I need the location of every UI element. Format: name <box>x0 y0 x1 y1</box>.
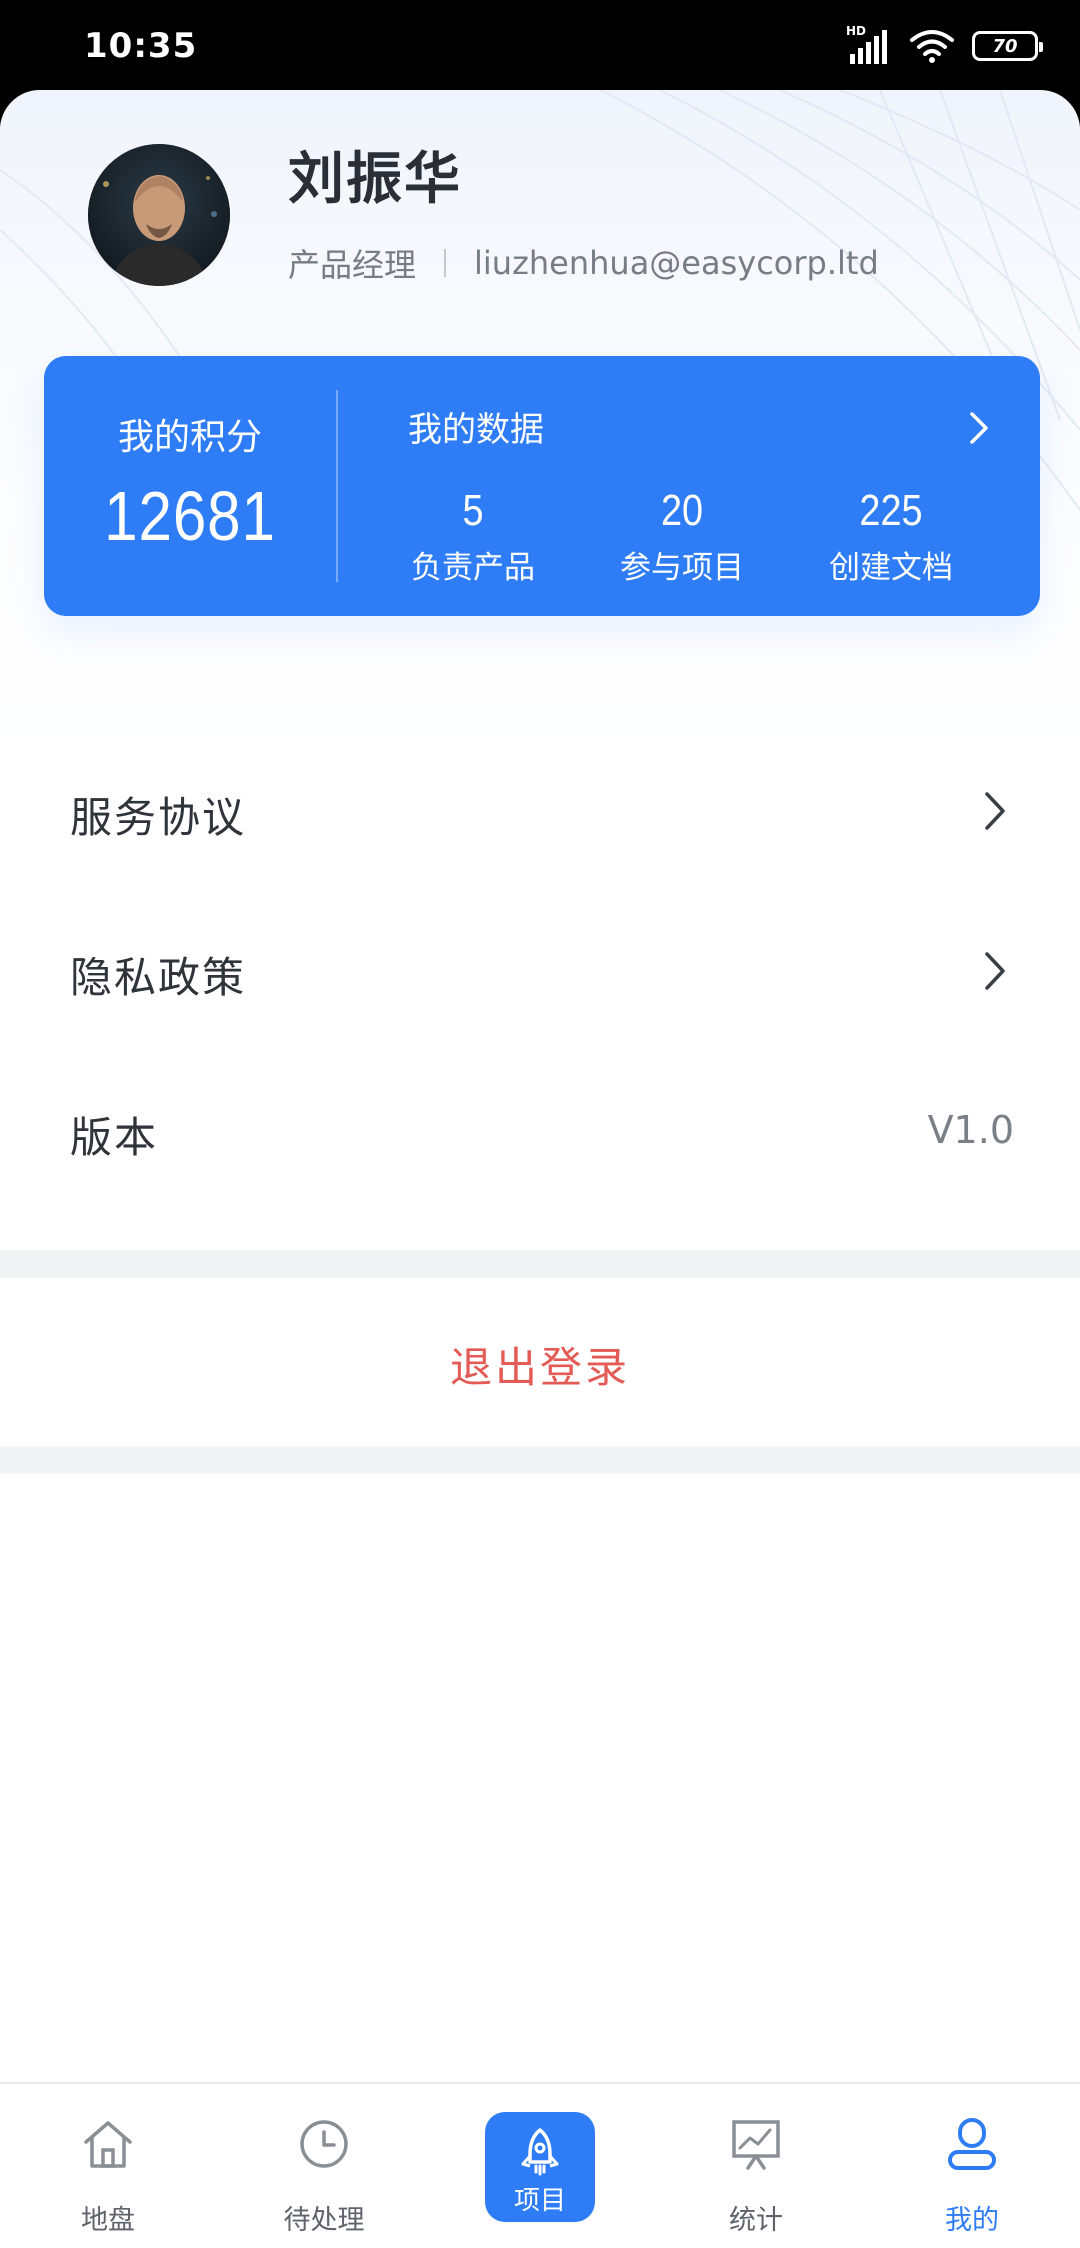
user-meta: 产品经理 liuzhenhua@easycorp.ltd <box>288 240 879 286</box>
data-item-projects[interactable]: 20 参与项目 <box>582 486 782 587</box>
wifi-icon <box>910 30 954 63</box>
user-email: liuzhenhua@easycorp.ltd <box>474 244 879 282</box>
data-item-value: 5 <box>462 486 484 535</box>
points-block[interactable]: 我的积分 12681 <box>44 356 336 616</box>
menu-item-label: 服务协议 <box>70 793 247 842</box>
menu-item-service-agreement[interactable]: 服务协议 <box>0 730 1080 890</box>
card-divider <box>336 390 338 582</box>
tab-label: 统计 <box>729 2205 783 2236</box>
logout-button[interactable]: 退出登录 <box>0 1278 1080 1446</box>
data-item-label: 负责产品 <box>411 550 535 586</box>
signal-icon: HD <box>846 24 892 66</box>
profile-page: 刘振华 产品经理 liuzhenhua@easycorp.ltd 我的积分 12… <box>0 90 1080 2248</box>
tab-mine[interactable]: 我的 <box>864 2084 1080 2248</box>
menu-item-label: 隐私政策 <box>70 953 247 1002</box>
chevron-right-icon <box>985 792 1005 830</box>
tab-home[interactable]: 地盘 <box>0 2084 216 2248</box>
status-time: 10:35 <box>84 26 198 66</box>
menu-item-privacy-policy[interactable]: 隐私政策 <box>0 890 1080 1050</box>
user-icon <box>948 2118 996 2170</box>
logout-label: 退出登录 <box>449 1343 630 1392</box>
tab-pending[interactable]: 待处理 <box>216 2084 432 2248</box>
rocket-icon <box>521 2128 559 2176</box>
data-item-value: 20 <box>660 486 704 535</box>
home-icon <box>84 2121 132 2168</box>
menu-item-label: 版本 <box>70 1113 159 1162</box>
tab-label: 项目 <box>513 2186 566 2216</box>
tab-project[interactable]: 项目 <box>432 2084 648 2248</box>
points-value: 12681 <box>104 477 276 555</box>
hd-badge: HD <box>846 24 867 38</box>
chevron-right-icon[interactable] <box>964 408 994 448</box>
tab-label: 待处理 <box>283 2205 365 2236</box>
meta-divider <box>444 249 447 277</box>
data-item-documents[interactable]: 225 创建文档 <box>791 486 991 587</box>
tab-label: 我的 <box>945 2205 999 2236</box>
user-name: 刘振华 <box>288 147 462 212</box>
points-label: 我的积分 <box>117 417 262 458</box>
avatar[interactable] <box>88 144 230 286</box>
data-item-products[interactable]: 5 负责产品 <box>373 486 573 587</box>
clock-icon <box>300 2120 348 2168</box>
user-role: 产品经理 <box>288 246 417 284</box>
status-icons: HD 70 <box>846 24 1043 66</box>
tab-statistics[interactable]: 统计 <box>648 2084 864 2248</box>
section-gap <box>0 1250 1080 1278</box>
bottom-tab-bar: 地盘 待处理 项目 统计 我的 <box>0 2082 1080 2248</box>
battery-icon: 70 <box>972 31 1043 61</box>
stats-card: 我的积分 12681 我的数据 5 负责产品 20 参与项目 225 创建文档 <box>44 356 1040 616</box>
data-item-value: 225 <box>859 486 923 535</box>
data-item-label: 参与项目 <box>620 550 744 586</box>
project-button[interactable]: 项目 <box>485 2112 595 2222</box>
data-item-label: 创建文档 <box>829 550 953 586</box>
tab-label: 地盘 <box>81 2205 135 2236</box>
chart-board-icon <box>732 2120 780 2170</box>
version-value: V1.0 <box>927 1108 1014 1152</box>
status-bar: 10:35 HD 70 <box>0 0 1080 92</box>
menu-item-version: 版本 V1.0 <box>0 1050 1080 1210</box>
my-data-title[interactable]: 我的数据 <box>408 402 544 451</box>
section-gap <box>0 1446 1080 1474</box>
chevron-right-icon <box>985 952 1005 990</box>
battery-level: 70 <box>992 35 1018 57</box>
